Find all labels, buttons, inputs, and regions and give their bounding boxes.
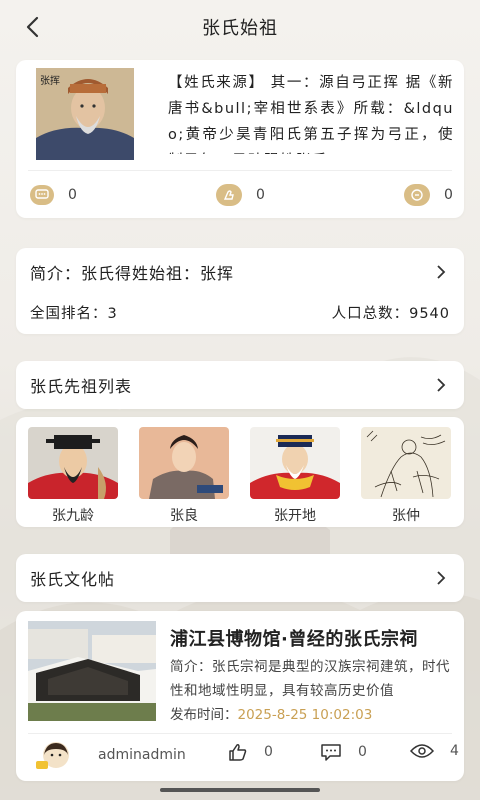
ancestor-item[interactable]: 张良 [139, 427, 229, 525]
ancestor-name: 张开地 [274, 508, 316, 524]
chevron-right-icon [437, 265, 446, 279]
portrait-caption: 张挥 [40, 76, 60, 87]
divider [28, 733, 452, 734]
intro-card[interactable]: 简介：张氏得姓始祖：张挥 全国排名：3 人口总数：9540 [16, 248, 464, 334]
share-count: 0 [444, 187, 453, 203]
ancestor-section-header[interactable]: 张氏先祖列表 [16, 361, 464, 409]
post-date-value: 2025-8-25 10:02:03 [237, 707, 373, 723]
ancestor-item[interactable]: 张九龄 [28, 427, 118, 525]
culture-section-title: 张氏文化帖 [30, 570, 116, 589]
top-bar: 张氏始祖 [0, 0, 480, 56]
culture-section-header[interactable]: 张氏文化帖 [16, 554, 464, 602]
intro-title: 简介：张氏得姓始祖：张挥 [30, 264, 235, 283]
zhang-hui-portrait: 张挥 [36, 68, 134, 160]
ancestor-name: 张九龄 [52, 508, 94, 524]
post-comment-stat[interactable]: 0 [320, 743, 367, 761]
ancestor-item[interactable]: 张仲 [361, 427, 451, 525]
ancestor-portrait [250, 427, 340, 499]
ancestor-section-title: 张氏先祖列表 [30, 377, 133, 396]
post-title[interactable]: 浦江县博物馆·曾经的张氏宗祠 [170, 625, 456, 651]
ancestor-item[interactable]: 张开地 [250, 427, 340, 525]
ancestor-name: 张仲 [392, 508, 420, 524]
share-stat[interactable]: 0 [404, 184, 453, 206]
post-like-count: 0 [264, 744, 273, 760]
ancestor-portrait [139, 427, 229, 499]
share-icon [404, 184, 430, 206]
comment-stat[interactable]: 0 [30, 184, 77, 206]
thumbs-up-icon [229, 744, 247, 761]
comment-count: 0 [68, 187, 77, 203]
chevron-right-icon [437, 378, 446, 392]
page-title: 张氏始祖 [202, 18, 278, 39]
post-view-count: 4 [450, 743, 459, 759]
comment-icon [321, 744, 341, 761]
eye-icon [410, 744, 434, 758]
divider [28, 170, 452, 171]
post-summary: 简介：张氏宗祠是典型的汉族宗祠建筑，时代性和地域性明显，具有较高历史价值 [170, 659, 450, 699]
post-date: 发布时间：2025-8-25 10:02:03 [170, 703, 372, 723]
post-footer: adminadmin 0 0 4 [28, 739, 459, 775]
like-icon [216, 184, 242, 206]
post-comment-count: 0 [358, 744, 367, 760]
ancestor-list: 张九龄 张良 张开地 张仲 [16, 417, 464, 527]
ancestor-name: 张良 [170, 508, 198, 524]
like-count: 0 [256, 187, 265, 203]
like-stat[interactable]: 0 [216, 184, 265, 206]
chevron-right-icon [437, 571, 446, 585]
national-rank: 全国排名：3 [30, 306, 118, 322]
ancestor-portrait [361, 427, 451, 499]
avatar[interactable] [36, 741, 72, 771]
post-thumbnail [28, 621, 156, 721]
ancestor-portrait [28, 427, 118, 499]
origin-card[interactable]: 张挥 【姓氏来源】 其一：源自弓正挥 据《新唐书&bull;宰相世系表》所载：&… [16, 60, 464, 218]
origin-text: 【姓氏来源】 其一：源自弓正挥 据《新唐书&bull;宰相世系表》所载：&ldq… [168, 75, 454, 154]
post-date-label: 发布时间： [170, 707, 238, 723]
post-view-stat: 4 [410, 743, 459, 759]
post-author: adminadmin [98, 747, 186, 763]
culture-post-card[interactable]: 浦江县博物馆·曾经的张氏宗祠 简介：张氏宗祠是典型的汉族宗祠建筑，时代性和地域性… [16, 611, 464, 781]
post-like-stat[interactable]: 0 [228, 743, 273, 761]
comment-icon [30, 185, 54, 205]
population-total: 人口总数：9540 [331, 306, 450, 322]
home-indicator [160, 788, 320, 792]
